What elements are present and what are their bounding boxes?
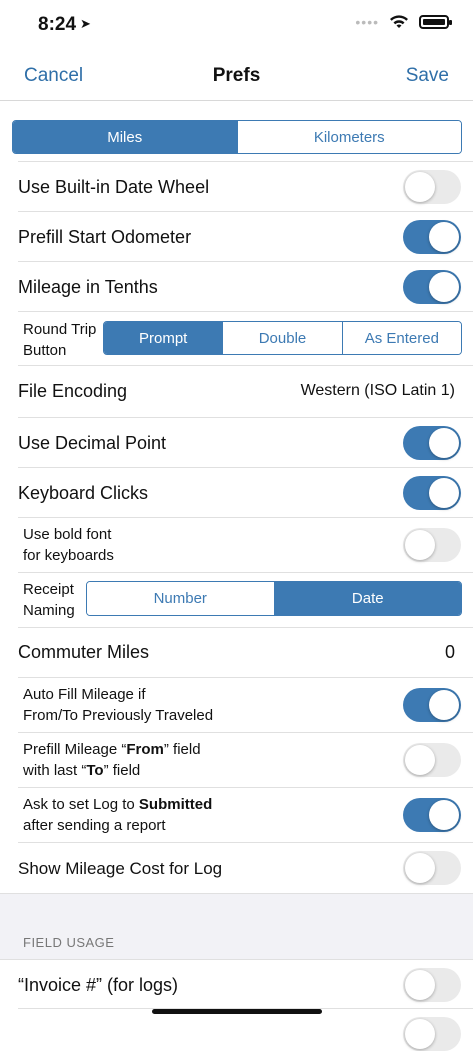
bold-font-label-line1: Use bold font — [23, 526, 112, 543]
bold-font-toggle[interactable] — [403, 528, 461, 562]
auto-fill-label-line2: From/To Previously Traveled — [23, 707, 214, 724]
keyboard-clicks-label: Keyboard Clicks — [18, 483, 149, 503]
status-time: 8:24 — [38, 14, 77, 35]
date-wheel-toggle[interactable] — [403, 170, 461, 204]
receipt-naming-row: Receipt Naming Number Date — [0, 573, 473, 628]
status-bar: 8:24 ➤ •••• — [0, 0, 473, 52]
receipt-naming-segmented-control: Number Date — [86, 581, 462, 616]
prefill-from-toggle[interactable] — [403, 743, 461, 777]
receipt-naming-label: Receipt Naming — [23, 579, 75, 621]
wifi-icon — [390, 15, 408, 28]
receipt-naming-label-line2: Naming — [23, 602, 75, 619]
file-encoding-row[interactable]: File Encoding Western (ISO Latin 1) — [0, 366, 473, 418]
field-usage-header: FIELD USAGE — [23, 935, 115, 950]
submitted-label-line1: Ask to set Log to Submitted — [23, 796, 213, 813]
save-button[interactable]: Save — [406, 65, 449, 87]
receipt-naming-option-number[interactable]: Number — [87, 582, 274, 615]
round-trip-option-prompt[interactable]: Prompt — [104, 322, 223, 354]
bold-font-row: Use bold font for keyboards — [0, 518, 473, 573]
round-trip-label: Round Trip Button — [23, 319, 96, 361]
mileage-tenths-label: Mileage in Tenths — [18, 277, 158, 297]
units-option-miles[interactable]: Miles — [13, 121, 237, 153]
units-row: Miles Kilometers — [0, 112, 473, 162]
invoice-label: “Invoice #” (for logs) — [18, 975, 179, 995]
date-wheel-row: Use Built-in Date Wheel — [0, 162, 473, 212]
units-option-kilometers[interactable]: Kilometers — [236, 121, 461, 153]
location-arrow-icon: ➤ — [80, 16, 91, 31]
round-trip-label-line2: Button — [23, 342, 67, 359]
mileage-cost-row: Show Mileage Cost for Log — [0, 843, 473, 893]
mileage-tenths-toggle[interactable] — [403, 270, 461, 304]
keyboard-clicks-toggle[interactable] — [403, 476, 461, 510]
file-encoding-value: Western (ISO Latin 1) — [300, 382, 455, 399]
mileage-cost-toggle[interactable] — [403, 851, 461, 885]
prefill-from-label-line1: Prefill Mileage “From” field — [23, 741, 201, 758]
submitted-label: Ask to set Log to Submitted after sendin… — [23, 794, 212, 836]
commuter-miles-value: 0 — [444, 642, 455, 662]
receipt-naming-label-line1: Receipt — [23, 581, 74, 598]
round-trip-option-as-entered[interactable]: As Entered — [341, 322, 461, 354]
prefill-from-label-line2: with last “To” field — [23, 762, 141, 779]
prefill-odometer-row: Prefill Start Odometer — [0, 212, 473, 262]
mileage-tenths-row: Mileage in Tenths — [0, 262, 473, 312]
invoice-toggle[interactable] — [403, 968, 461, 1002]
prefill-odometer-toggle[interactable] — [403, 220, 461, 254]
bold-font-label: Use bold font for keyboards — [23, 524, 114, 566]
round-trip-option-double[interactable]: Double — [222, 322, 342, 354]
units-segmented-control: Miles Kilometers — [12, 120, 462, 154]
invoice-row: “Invoice #” (for logs) — [0, 959, 473, 1009]
home-indicator — [152, 1009, 322, 1014]
auto-fill-row: Auto Fill Mileage if From/To Previously … — [0, 678, 473, 733]
file-encoding-label: File Encoding — [18, 381, 128, 401]
date-wheel-label: Use Built-in Date Wheel — [18, 177, 210, 197]
auto-fill-label: Auto Fill Mileage if From/To Previously … — [23, 684, 213, 726]
battery-icon — [419, 15, 452, 29]
receipt-naming-option-date[interactable]: Date — [273, 582, 461, 615]
navigation-bar: Cancel Prefs Save — [0, 52, 473, 101]
commuter-miles-label: Commuter Miles — [18, 642, 150, 662]
submitted-label-line2: after sending a report — [23, 817, 166, 834]
page-title: Prefs — [212, 65, 261, 86]
round-trip-label-line1: Round Trip — [23, 321, 97, 338]
round-trip-segmented-control: Prompt Double As Entered — [103, 321, 462, 355]
auto-fill-label-line1: Auto Fill Mileage if — [23, 686, 146, 703]
auto-fill-toggle[interactable] — [403, 688, 461, 722]
decimal-point-label: Use Decimal Point — [18, 433, 167, 453]
prefill-from-label: Prefill Mileage “From” field with last “… — [23, 739, 201, 781]
decimal-point-toggle[interactable] — [403, 426, 461, 460]
keyboard-clicks-row: Keyboard Clicks — [0, 468, 473, 518]
submitted-toggle[interactable] — [403, 798, 461, 832]
submitted-row: Ask to set Log to Submitted after sendin… — [0, 788, 473, 843]
status-icons: •••• — [355, 14, 452, 30]
round-trip-row: Round Trip Button Prompt Double As Enter… — [0, 312, 473, 366]
bold-font-label-line2: for keyboards — [23, 547, 114, 564]
decimal-point-row: Use Decimal Point — [0, 418, 473, 468]
prefill-from-row: Prefill Mileage “From” field with last “… — [0, 733, 473, 788]
commuter-miles-row[interactable]: Commuter Miles 0 — [0, 628, 473, 678]
prefill-odometer-label: Prefill Start Odometer — [18, 227, 192, 247]
mileage-cost-label: Show Mileage Cost for Log — [18, 859, 223, 878]
partial-toggle[interactable] — [403, 1017, 461, 1051]
signal-icon: •••• — [355, 14, 379, 30]
